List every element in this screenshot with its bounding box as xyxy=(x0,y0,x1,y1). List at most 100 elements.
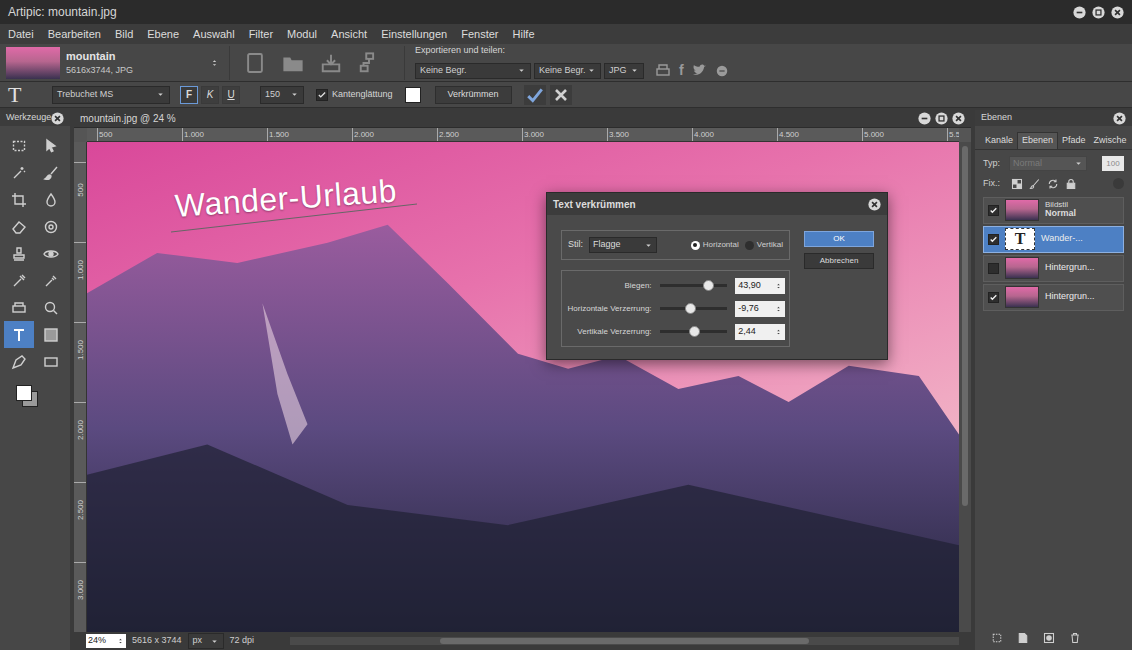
tool-button[interactable] xyxy=(36,321,66,348)
close-icon[interactable] xyxy=(952,112,965,125)
twitter-icon[interactable] xyxy=(692,63,707,78)
tool-button[interactable] xyxy=(4,159,34,186)
tool-button[interactable] xyxy=(36,186,66,213)
menu-item[interactable]: Fenster xyxy=(461,26,498,43)
delete-icon[interactable] xyxy=(1069,632,1081,644)
tool-icon[interactable] xyxy=(43,300,59,316)
more-icon[interactable] xyxy=(715,64,729,78)
zoom-field[interactable]: 24% xyxy=(86,634,126,648)
tool-icon[interactable] xyxy=(11,327,27,343)
save-icon[interactable] xyxy=(320,52,342,74)
tool-icon[interactable] xyxy=(43,138,59,154)
tool-button[interactable] xyxy=(4,294,34,321)
panel-tab[interactable]: Zwische xyxy=(1090,132,1131,149)
vertical-scrollbar[interactable] xyxy=(959,142,971,632)
checkbox[interactable] xyxy=(316,89,328,101)
style-button[interactable]: F xyxy=(180,86,198,104)
dropdown[interactable]: px xyxy=(188,633,224,649)
slider-value-field[interactable]: 2,44 xyxy=(735,324,785,340)
radio[interactable] xyxy=(745,241,754,250)
dropdown[interactable]: Keine Begr. xyxy=(534,63,601,79)
slider-thumb[interactable] xyxy=(685,303,696,314)
minimize-icon[interactable] xyxy=(1073,6,1086,19)
confirm-icon[interactable] xyxy=(524,85,546,105)
print-icon[interactable] xyxy=(655,63,671,79)
tool-button[interactable] xyxy=(36,240,66,267)
more-tabs-icon[interactable] xyxy=(1131,139,1132,149)
tool-icon[interactable] xyxy=(43,165,59,181)
dialog-button[interactable]: Abbrechen xyxy=(804,253,874,269)
antialias-option[interactable]: Kantenglättung xyxy=(316,88,393,102)
tool-button[interactable] xyxy=(4,132,34,159)
layer-visibility-checkbox[interactable] xyxy=(988,234,999,245)
close-icon[interactable] xyxy=(1111,6,1124,19)
dialog-button[interactable]: OK xyxy=(804,231,874,247)
slider-thumb[interactable] xyxy=(689,326,700,337)
tool-button[interactable] xyxy=(4,213,34,240)
style-button[interactable]: K xyxy=(201,86,219,104)
close-icon[interactable] xyxy=(51,112,64,125)
orientation-radio[interactable]: Vertikal xyxy=(745,239,783,251)
facebook-icon[interactable]: f xyxy=(679,60,684,81)
slider-value-field[interactable]: 43,90 xyxy=(735,278,785,294)
tool-icon[interactable] xyxy=(11,273,27,289)
style-dropdown[interactable]: Flagge xyxy=(589,237,657,253)
tool-button[interactable] xyxy=(4,348,34,375)
tool-icon[interactable] xyxy=(11,165,27,181)
slider-value-field[interactable]: -9,76 xyxy=(735,301,785,317)
tool-icon[interactable] xyxy=(43,327,59,343)
tool-icon[interactable] xyxy=(11,300,27,316)
layer-row[interactable]: Hintergrun... xyxy=(983,255,1124,282)
tool-icon[interactable] xyxy=(11,219,27,235)
tool-icon[interactable] xyxy=(11,354,27,370)
slider-track[interactable] xyxy=(660,307,728,310)
tool-button[interactable] xyxy=(4,321,34,348)
layer-visibility-checkbox[interactable] xyxy=(988,263,999,274)
text-color-swatch[interactable] xyxy=(405,87,421,103)
tool-button[interactable] xyxy=(36,294,66,321)
tool-icon[interactable] xyxy=(43,354,59,370)
switch-document-icon[interactable] xyxy=(210,57,219,69)
tool-icon[interactable] xyxy=(11,138,27,154)
panel-tab[interactable]: Kanäle xyxy=(981,132,1017,149)
tool-button[interactable] xyxy=(36,132,66,159)
tool-button[interactable] xyxy=(36,159,66,186)
lock-all-icon[interactable] xyxy=(1065,178,1077,190)
layer-row[interactable]: TWander-... xyxy=(983,226,1124,253)
horizontal-scrollbar[interactable] xyxy=(290,637,959,645)
layer-visibility-checkbox[interactable] xyxy=(988,205,999,216)
tool-icon[interactable] xyxy=(43,192,59,208)
tool-button[interactable] xyxy=(36,267,66,294)
cancel-icon[interactable] xyxy=(550,85,572,105)
menu-item[interactable]: Modul xyxy=(287,26,317,43)
dropdown[interactable]: 150 xyxy=(260,86,304,104)
export-icon[interactable] xyxy=(358,52,380,74)
radio[interactable] xyxy=(691,241,700,250)
slider-thumb[interactable] xyxy=(703,280,714,291)
dropdown[interactable]: Trebuchet MS xyxy=(52,86,170,104)
text-layer[interactable]: Wander-Urlaub xyxy=(173,167,398,230)
maximize-icon[interactable] xyxy=(1092,6,1105,19)
lock-paint-icon[interactable] xyxy=(1029,178,1041,190)
panel-tab[interactable]: Ebenen xyxy=(1017,132,1058,149)
tool-button[interactable] xyxy=(36,213,66,240)
tool-button[interactable] xyxy=(4,240,34,267)
layer-visibility-checkbox[interactable] xyxy=(988,292,999,303)
dropdown[interactable]: JPG xyxy=(604,63,644,79)
dropdown[interactable]: Keine Begr. xyxy=(415,63,531,79)
close-icon[interactable] xyxy=(868,198,881,211)
tool-icon[interactable] xyxy=(11,192,27,208)
close-icon[interactable] xyxy=(1113,112,1126,125)
tool-button[interactable] xyxy=(36,348,66,375)
menu-item[interactable]: Bearbeiten xyxy=(48,26,101,43)
menu-item[interactable]: Datei xyxy=(8,26,34,43)
orientation-radio[interactable]: Horizontal xyxy=(691,239,739,251)
layer-row[interactable]: Hintergrun... xyxy=(983,284,1124,311)
tool-icon[interactable] xyxy=(43,273,59,289)
menu-item[interactable]: Ebene xyxy=(147,26,179,43)
open-folder-icon[interactable] xyxy=(282,52,304,74)
menu-item[interactable]: Einstellungen xyxy=(381,26,447,43)
maximize-icon[interactable] xyxy=(935,112,948,125)
slider-track[interactable] xyxy=(660,284,728,287)
color-swatches[interactable] xyxy=(14,383,42,411)
